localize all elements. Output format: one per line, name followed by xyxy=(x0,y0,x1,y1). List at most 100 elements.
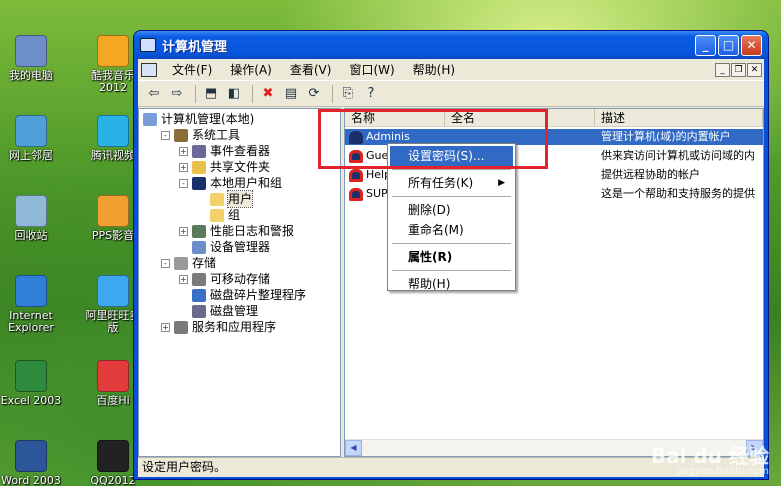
tree-item[interactable]: + 事件查看器 xyxy=(179,143,270,159)
collapse-icon[interactable]: - xyxy=(179,178,188,188)
tree-item[interactable]: - 存储 xyxy=(161,255,216,271)
tree-item[interactable]: 磁盘管理 xyxy=(179,303,258,319)
context-menu-item[interactable]: 删除(D) xyxy=(390,200,513,220)
tree-item-label: 可移动存储 xyxy=(210,272,271,286)
tree-item[interactable]: - 本地用户和组 xyxy=(179,175,282,191)
tree-item[interactable]: + 共享文件夹 xyxy=(179,159,270,175)
delete-icon[interactable]: ✖ xyxy=(258,84,278,104)
desktop-icon[interactable]: Internet Explorer xyxy=(0,275,62,334)
tree-item-label: 组 xyxy=(228,208,241,222)
collapse-icon[interactable]: - xyxy=(161,258,170,268)
expand-icon[interactable]: + xyxy=(179,146,188,156)
desktop-icon-label: Excel 2003 xyxy=(0,394,62,407)
tree-item-label: 服务和应用程序 xyxy=(192,320,277,334)
watermark-brand: Bai du 经验 xyxy=(650,444,769,468)
user-description: 供来宾访问计算机或访问域的内 xyxy=(601,149,755,162)
desktop-icon[interactable]: Word 2003 xyxy=(0,440,62,486)
menu-file[interactable]: 文件(F) xyxy=(163,61,221,78)
tree-item-label: 磁盘碎片整理程序 xyxy=(210,288,307,302)
window-title: 计算机管理 xyxy=(162,39,228,55)
desktop-icon-label: Word 2003 xyxy=(1,474,61,486)
tree-item[interactable]: + 服务和应用程序 xyxy=(161,319,276,335)
minimize-button[interactable]: _ xyxy=(695,34,716,56)
tree-item-label: 磁盘管理 xyxy=(210,304,259,318)
tree-item-label: 存储 xyxy=(192,256,217,270)
forward-icon[interactable]: ⇨ xyxy=(167,84,187,104)
app-icon xyxy=(15,115,47,147)
event-viewer-icon xyxy=(192,144,206,158)
shared-folder-icon xyxy=(192,160,206,174)
tree-item[interactable]: 用户 xyxy=(197,190,254,208)
desktop-icon-label: 网上邻居 xyxy=(9,149,53,162)
user-description: 这是一个帮助和支持服务的提供 xyxy=(601,187,755,200)
console-tree[interactable]: 计算机管理(本地) - 系统工具 + 事件查看器 + 共享文件夹 - 本地用户和组 用户组 + 性能日… xyxy=(138,108,341,457)
column-description[interactable]: 描述 xyxy=(595,109,763,126)
show-hide-tree-icon[interactable]: ◧ xyxy=(224,84,244,104)
context-menu-item-label: 重命名(M) xyxy=(408,223,464,237)
child-close-button[interactable]: ✕ xyxy=(747,62,762,77)
menu-view[interactable]: 查看(V) xyxy=(281,61,341,78)
tree-item-label: 性能日志和警报 xyxy=(210,224,295,238)
expand-icon[interactable]: + xyxy=(179,162,188,172)
submenu-arrow-icon: ▶ xyxy=(498,178,505,188)
tree-item-label: 用户 xyxy=(226,190,254,208)
help-icon[interactable]: ? xyxy=(361,84,381,104)
app-icon xyxy=(97,360,129,392)
export-list-icon[interactable]: ⎘ xyxy=(338,84,358,104)
tree-item[interactable]: - 系统工具 xyxy=(161,127,240,143)
context-menu-item-label: 帮助(H) xyxy=(408,277,451,291)
desktop-icon-label: Internet Explorer xyxy=(8,309,54,334)
tree-item[interactable]: 计算机管理(本地) xyxy=(143,111,254,127)
user-description: 管理计算机(域)的内置帐户 xyxy=(601,130,731,143)
app-icon xyxy=(97,275,129,307)
context-menu-item[interactable]: 所有任务(K) ▶ xyxy=(390,173,513,193)
desktop-icon[interactable]: 回收站 xyxy=(0,195,62,242)
expand-icon[interactable]: + xyxy=(179,226,188,236)
desktop-icon-label: 回收站 xyxy=(14,229,48,242)
toolbar-separator xyxy=(252,84,253,103)
context-menu-item[interactable]: 属性(R) xyxy=(390,247,513,267)
menu-action[interactable]: 操作(A) xyxy=(221,61,281,78)
up-level-icon[interactable]: ⬒ xyxy=(201,84,221,104)
context-menu-item[interactable]: 帮助(H) xyxy=(390,274,513,294)
menu-window[interactable]: 窗口(W) xyxy=(340,61,403,78)
child-minimize-button[interactable]: _ xyxy=(715,62,730,77)
tree-item[interactable]: 组 xyxy=(197,207,240,223)
collapse-icon[interactable]: - xyxy=(161,130,170,140)
computer-icon xyxy=(143,112,157,126)
close-button[interactable]: ✕ xyxy=(741,34,762,56)
menu-bar: 文件(F) 操作(A) 查看(V) 窗口(W) 帮助(H) _ ❐ ✕ xyxy=(138,59,764,81)
expand-icon[interactable]: + xyxy=(161,322,170,332)
folder-icon xyxy=(210,208,224,222)
tools-icon xyxy=(174,128,188,142)
child-restore-button[interactable]: ❐ xyxy=(731,62,746,77)
desktop-icon[interactable]: Excel 2003 xyxy=(0,360,62,407)
tree-item-label: 系统工具 xyxy=(192,128,241,142)
toolbar-separator xyxy=(332,84,333,103)
folder-icon xyxy=(210,192,224,206)
menu-separator xyxy=(392,243,511,244)
highlight-box xyxy=(318,109,548,169)
tree-item[interactable]: 磁盘碎片整理程序 xyxy=(179,287,306,303)
expand-icon[interactable]: + xyxy=(179,274,188,284)
title-bar[interactable]: 计算机管理 _ □ ✕ xyxy=(134,31,768,59)
context-menu-item[interactable]: 重命名(M) xyxy=(390,220,513,240)
properties-icon[interactable]: ▤ xyxy=(281,84,301,104)
device-manager-icon xyxy=(192,240,206,254)
maximize-button[interactable]: □ xyxy=(718,34,739,56)
app-icon xyxy=(97,195,129,227)
app-icon xyxy=(15,275,47,307)
context-menu-item-label: 属性(R) xyxy=(408,250,453,264)
app-icon xyxy=(15,195,47,227)
tree-item[interactable]: + 可移动存储 xyxy=(179,271,270,287)
refresh-icon[interactable]: ⟳ xyxy=(304,84,324,104)
desktop-icon[interactable]: 网上邻居 xyxy=(0,115,62,162)
menu-help[interactable]: 帮助(H) xyxy=(404,61,464,78)
desktop-icon[interactable]: 我的电脑 xyxy=(0,35,62,82)
scroll-left-icon[interactable]: ◀ xyxy=(345,440,362,456)
tree-item[interactable]: + 性能日志和警报 xyxy=(179,223,294,239)
context-menu-item-label: 删除(D) xyxy=(408,203,451,217)
tree-item[interactable]: 设备管理器 xyxy=(179,239,270,255)
back-icon[interactable]: ⇦ xyxy=(144,84,164,104)
user-description: 提供远程协助的帐户 xyxy=(601,168,700,181)
